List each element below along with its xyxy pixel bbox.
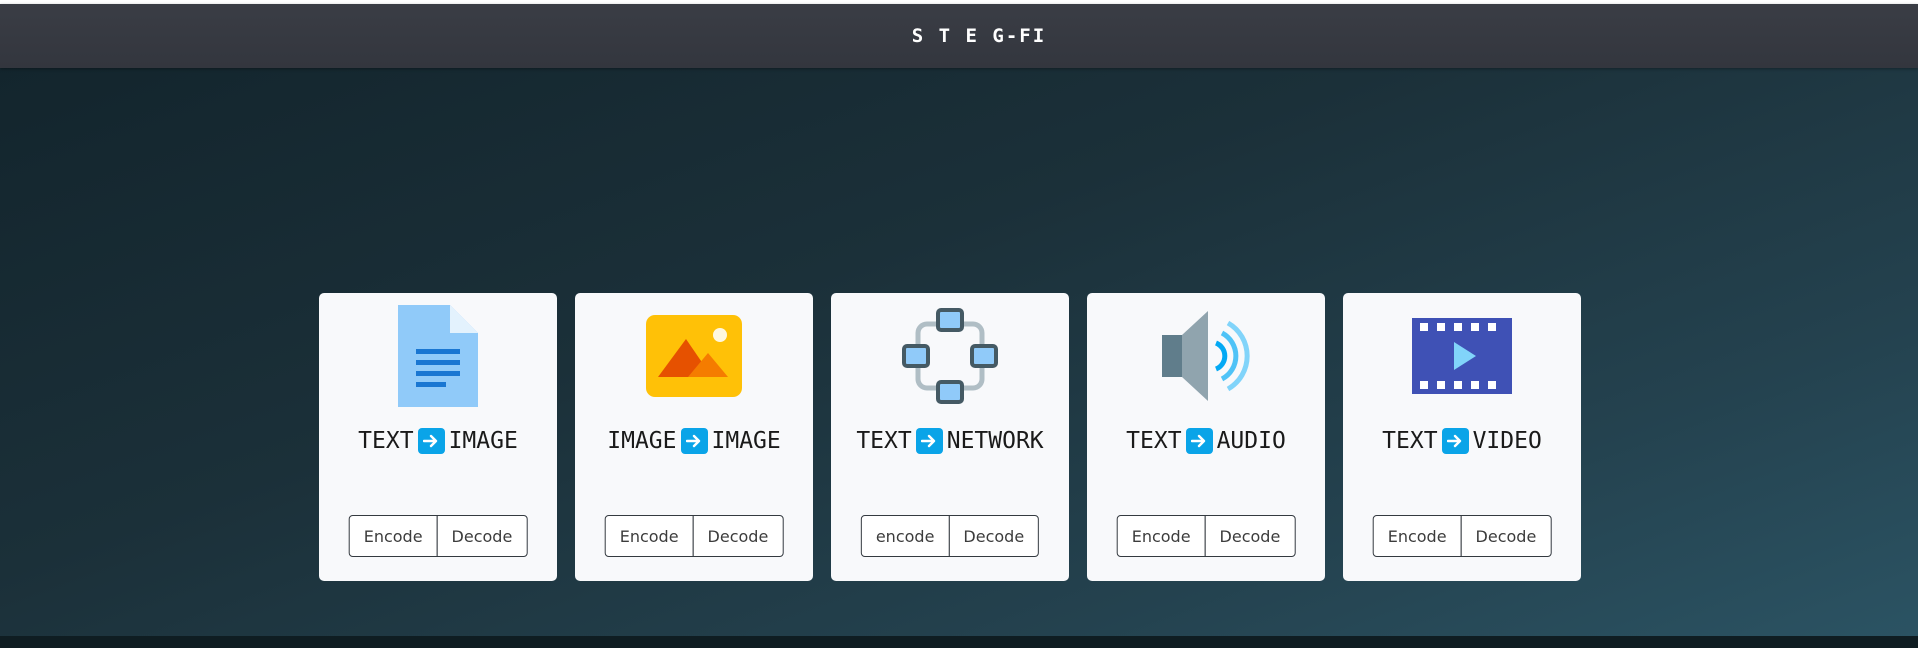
card-image-image: IMAGE IMAGE Encode Decode: [575, 293, 813, 581]
arrow-right-icon: [417, 428, 445, 454]
arrow-right-icon: [680, 428, 708, 454]
source-label: TEXT: [1126, 428, 1182, 454]
arrow-right-icon: [1441, 428, 1469, 454]
card-text-image: TEXT IMAGE Encode Decode: [319, 293, 557, 581]
card-title: IMAGE IMAGE: [575, 428, 813, 454]
decode-button[interactable]: Decode: [436, 515, 528, 557]
source-label: TEXT: [1382, 428, 1438, 454]
card-title: TEXT IMAGE: [319, 428, 557, 454]
button-group: Encode Decode: [1372, 515, 1552, 557]
navbar: S T E G-FI: [0, 4, 1918, 68]
decode-button[interactable]: Decode: [948, 515, 1040, 557]
speaker-icon: [1151, 301, 1261, 411]
source-label: IMAGE: [607, 428, 677, 454]
network-icon: [895, 301, 1005, 411]
card-text-audio: TEXT AUDIO Encode Decode: [1087, 293, 1325, 581]
decode-button[interactable]: Decode: [692, 515, 784, 557]
target-label: VIDEO: [1472, 428, 1542, 454]
button-group: Encode Decode: [1116, 515, 1296, 557]
encode-button[interactable]: Encode: [348, 515, 438, 557]
button-group: Encode Decode: [348, 515, 528, 557]
encode-button[interactable]: Encode: [1116, 515, 1206, 557]
document-icon: [383, 301, 493, 411]
target-label: IMAGE: [711, 428, 781, 454]
video-icon: [1407, 301, 1517, 411]
card-title: TEXT AUDIO: [1087, 428, 1325, 454]
footer-strip: [0, 636, 1918, 648]
encode-button[interactable]: Encode: [604, 515, 694, 557]
card-text-video: TEXT VIDEO Encode Decode: [1343, 293, 1581, 581]
source-label: TEXT: [358, 428, 414, 454]
image-icon: [639, 301, 749, 411]
brand-title[interactable]: S T E G-FI: [912, 25, 1046, 47]
encode-button[interactable]: Encode: [1372, 515, 1462, 557]
decode-button[interactable]: Decode: [1460, 515, 1552, 557]
card-text-network: TEXT NETWORK encode Decode: [831, 293, 1069, 581]
decode-button[interactable]: Decode: [1204, 515, 1296, 557]
button-group: Encode Decode: [604, 515, 784, 557]
encode-button[interactable]: encode: [860, 515, 950, 557]
target-label: AUDIO: [1216, 428, 1286, 454]
button-group: encode Decode: [860, 515, 1040, 557]
target-label: IMAGE: [448, 428, 518, 454]
arrow-right-icon: [915, 428, 943, 454]
target-label: NETWORK: [946, 428, 1044, 454]
source-label: TEXT: [856, 428, 912, 454]
arrow-right-icon: [1185, 428, 1213, 454]
card-title: TEXT NETWORK: [831, 428, 1069, 454]
card-title: TEXT VIDEO: [1343, 428, 1581, 454]
card-row: TEXT IMAGE Encode Decode IMAGE IMAGE Enc…: [319, 293, 1581, 581]
